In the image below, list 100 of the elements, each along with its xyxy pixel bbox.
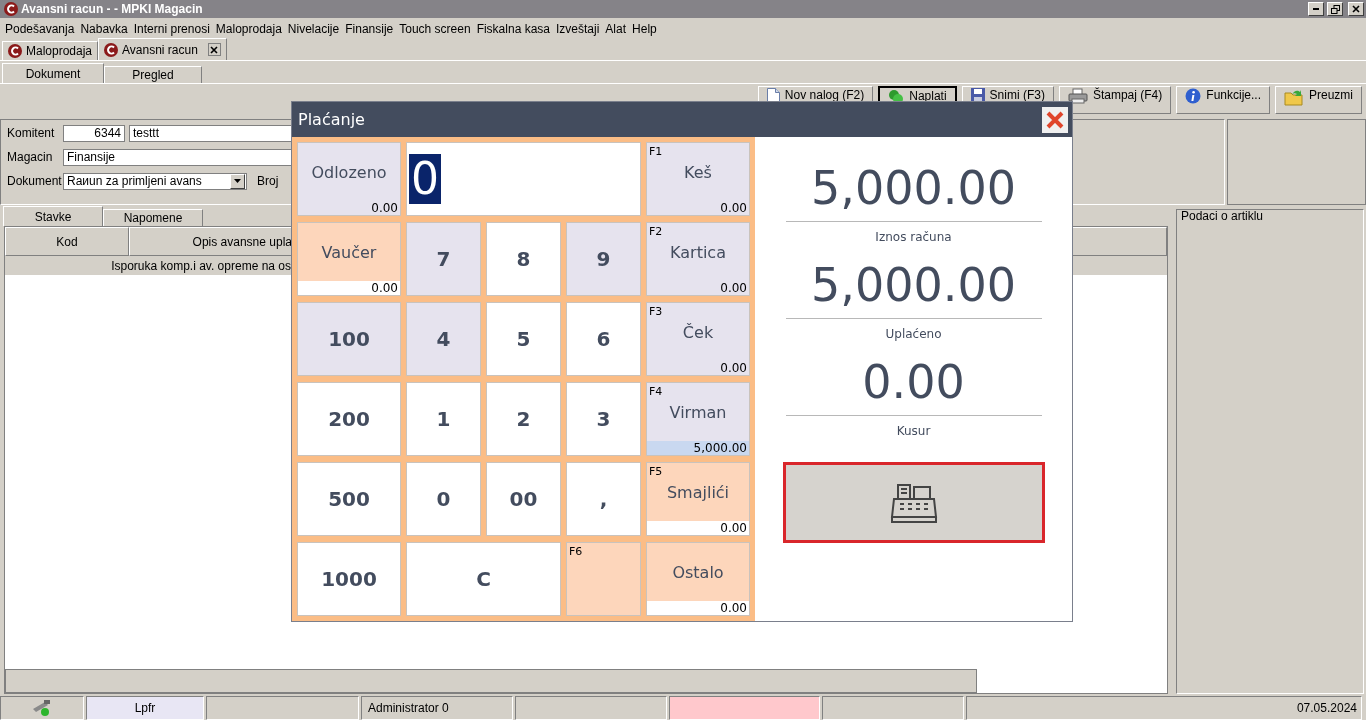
- payment-method-button[interactable]: Odlozeno 0.00: [297, 142, 401, 216]
- minimize-button[interactable]: [1308, 2, 1324, 16]
- folder-icon: [1284, 88, 1304, 106]
- column-header[interactable]: Opis avansne upla: [129, 227, 293, 256]
- payment-method-label: Odlozeno: [311, 162, 387, 182]
- payment-amount: 0.00: [647, 601, 749, 615]
- keypad-key[interactable]: 4: [406, 302, 481, 376]
- keypad-key[interactable]: 1000: [297, 542, 401, 616]
- input-field[interactable]: 6344: [63, 124, 125, 142]
- keypad-key[interactable]: 00: [486, 462, 561, 536]
- dialog-title: Plaćanje: [298, 110, 365, 129]
- menu-item[interactable]: Help: [629, 22, 660, 36]
- app-logo-icon: [4, 2, 18, 16]
- menu-item[interactable]: Interni prenosi: [130, 22, 213, 36]
- group-row: Isporuka komp.i av. opreme na os: [5, 256, 291, 275]
- keypad-key[interactable]: 9: [566, 222, 641, 296]
- status-text: Administrator 0: [368, 701, 449, 715]
- total-label: Iznos računa: [875, 230, 952, 244]
- column-header[interactable]: Kod: [5, 227, 129, 256]
- menu-item[interactable]: Touch screen: [396, 22, 474, 36]
- restore-button[interactable]: [1327, 2, 1343, 16]
- payment-method-label: Ček: [682, 322, 714, 342]
- keypad-key[interactable]: 2: [486, 382, 561, 456]
- minimize-icon: [1313, 8, 1319, 10]
- dropdown-field[interactable]: Raиun za primljeni avans: [63, 172, 247, 190]
- cash-register-icon: [889, 481, 938, 524]
- payment-method-button[interactable]: F3 Ček 0.00: [646, 302, 750, 376]
- toolbar-button[interactable]: Štampaj (F4): [1058, 86, 1172, 114]
- hotkey-label: F3: [649, 305, 663, 318]
- total-amount: 5,000.00: [785, 161, 1042, 222]
- payment-amount: 0.00: [719, 201, 748, 215]
- tab-label: Avansni racun: [122, 42, 198, 57]
- keypad-key[interactable]: 7: [406, 222, 481, 296]
- amount-display[interactable]: 0: [406, 142, 641, 216]
- toolbar-button[interactable]: Funkcije...: [1176, 86, 1270, 114]
- items-tab[interactable]: Napomene: [103, 209, 203, 226]
- hotkey-label: F6: [569, 545, 583, 558]
- payment-method-button[interactable]: F6: [566, 542, 641, 616]
- menu-item[interactable]: Maloprodaja: [212, 22, 285, 36]
- keypad-key[interactable]: 3: [566, 382, 641, 456]
- horizontal-scrollbar[interactable]: [5, 669, 977, 693]
- keypad-key[interactable]: 500: [297, 462, 401, 536]
- payment-method-button[interactable]: F2 Kartica 0.00: [646, 222, 750, 296]
- keypad-key[interactable]: 5: [486, 302, 561, 376]
- toolbar-button[interactable]: Preuzmi: [1275, 86, 1362, 114]
- payment-amount: 0.00: [719, 281, 748, 295]
- dropdown-arrow-icon: [234, 179, 241, 183]
- menu-item[interactable]: Nabavka: [77, 22, 131, 36]
- payment-amount: 0.00: [647, 521, 749, 535]
- keypad-key[interactable]: 0: [406, 462, 481, 536]
- payment-method-label: Vaučer: [321, 242, 377, 262]
- keypad-key[interactable]: 8: [486, 222, 561, 296]
- menu-item[interactable]: Izveštaji: [553, 22, 603, 36]
- field-label: Komitent: [7, 126, 56, 140]
- menu-item[interactable]: Podešavanja: [2, 22, 78, 36]
- app-logo-icon: [8, 44, 22, 58]
- total-label: Uplaćeno: [885, 327, 942, 341]
- view-tab[interactable]: Pregled: [104, 66, 202, 83]
- keypad-key[interactable]: C: [406, 542, 561, 616]
- keypad-key[interactable]: 6: [566, 302, 641, 376]
- keypad-key[interactable]: 100: [297, 302, 401, 376]
- payment-method-button[interactable]: F4 Virman 5,000.00: [646, 382, 750, 456]
- close-button[interactable]: [1042, 106, 1068, 133]
- payment-method-label: Keš: [684, 162, 712, 182]
- hotkey-label: F5: [649, 465, 663, 478]
- payment-method-button[interactable]: F1 Keš 0.00: [646, 142, 750, 216]
- field-label: Magacin: [7, 150, 54, 164]
- payment-method-button[interactable]: F5 Smajlići 0.00: [646, 462, 750, 536]
- payment-amount: 0.00: [298, 281, 400, 295]
- hotkey-label: F4: [649, 385, 663, 398]
- keypad-key[interactable]: 200: [297, 382, 401, 456]
- document-tab[interactable]: Maloprodaja: [2, 41, 99, 60]
- panel-title: Podaci o artiklu: [1181, 209, 1265, 223]
- view-tab[interactable]: Dokument: [2, 63, 104, 83]
- payment-method-label: Virman: [669, 402, 727, 422]
- menu-item[interactable]: Finansije: [342, 22, 397, 36]
- total-amount: 5,000.00: [785, 258, 1042, 319]
- menu-item[interactable]: Nivelacije: [284, 22, 343, 36]
- items-tab[interactable]: Stavke: [3, 206, 103, 226]
- field-label: Broj: [257, 174, 279, 188]
- payment-amount: 0.00: [370, 201, 399, 215]
- payment-method-label: Smajlići: [666, 482, 730, 502]
- payment-amount: 0.00: [719, 361, 748, 375]
- payment-method-label: Ostalo: [672, 562, 724, 582]
- restore-icon: [1330, 4, 1340, 14]
- keypad-key[interactable]: 1: [406, 382, 481, 456]
- hotkey-label: F2: [649, 225, 663, 238]
- menu-item[interactable]: Fiskalna kasa: [473, 22, 553, 36]
- close-icon: [210, 45, 219, 54]
- info-icon: [1185, 88, 1202, 104]
- keypad-key[interactable]: ,: [566, 462, 641, 536]
- fiscal-print-button[interactable]: [782, 462, 1045, 543]
- window-title: Avansni racun - - MPKI Magacin: [21, 2, 204, 16]
- payment-method-button[interactable]: Ostalo 0.00: [646, 542, 750, 616]
- close-button[interactable]: [1348, 2, 1364, 16]
- close-tab-button[interactable]: [207, 43, 221, 56]
- payment-amount: 5,000.00: [647, 441, 749, 455]
- payment-method-button[interactable]: Vaučer 0.00: [297, 222, 401, 296]
- menu-item[interactable]: Alat: [602, 22, 630, 36]
- document-tab[interactable]: Avansni racun: [98, 38, 227, 60]
